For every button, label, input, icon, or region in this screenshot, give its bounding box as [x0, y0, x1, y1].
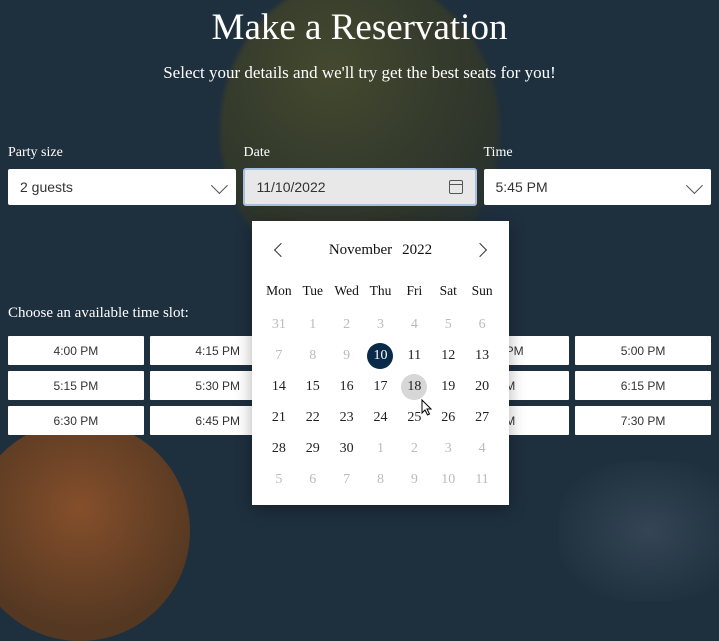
calendar-day: 9	[330, 340, 364, 371]
calendar-day: 8	[296, 340, 330, 371]
calendar-day: 6	[465, 309, 499, 340]
calendar-day: 2	[397, 433, 431, 464]
time-slot[interactable]: 6:15 PM	[575, 371, 711, 400]
calendar-dow: Wed	[330, 277, 364, 309]
calendar-day: 5	[431, 309, 465, 340]
calendar-year: 2022	[402, 242, 432, 259]
calendar-month: November	[329, 242, 392, 259]
party-size-select[interactable]: 2 guests	[8, 169, 236, 205]
time-slot[interactable]: 5:15 PM	[8, 371, 144, 400]
calendar-day: 3	[364, 309, 398, 340]
calendar-day[interactable]: 21	[262, 402, 296, 433]
calendar-day[interactable]: 30	[330, 433, 364, 464]
calendar-day[interactable]: 20	[465, 371, 499, 402]
calendar-dow: Thu	[364, 277, 398, 309]
prev-month-icon[interactable]	[274, 243, 288, 257]
calendar-day[interactable]: 10	[364, 340, 398, 371]
calendar-day[interactable]: 27	[465, 402, 499, 433]
time-slot[interactable]: 4:00 PM	[8, 336, 144, 365]
page-title: Make a Reservation	[8, 6, 711, 49]
calendar-day[interactable]: 14	[262, 371, 296, 402]
calendar-header: November 2022	[262, 235, 499, 265]
calendar-day[interactable]: 23	[330, 402, 364, 433]
time-slot[interactable]: 5:00 PM	[575, 336, 711, 365]
calendar-day: 2	[330, 309, 364, 340]
date-label: Date	[244, 145, 476, 161]
calendar-dow: Sat	[431, 277, 465, 309]
calendar-day: 7	[262, 340, 296, 371]
next-month-icon[interactable]	[473, 243, 487, 257]
filter-row: Party size 2 guests Date 11/10/2022 Time…	[8, 145, 711, 205]
calendar-day: 9	[397, 464, 431, 495]
chevron-down-icon	[686, 177, 703, 194]
calendar-day[interactable]: 28	[262, 433, 296, 464]
calendar-day: 1	[364, 433, 398, 464]
calendar-day[interactable]: 13	[465, 340, 499, 371]
party-size-field: Party size 2 guests	[8, 145, 236, 205]
calendar-day[interactable]: 29	[296, 433, 330, 464]
time-field: Time 5:45 PM	[484, 145, 712, 205]
calendar-day[interactable]: 17	[364, 371, 398, 402]
date-input[interactable]: 11/10/2022	[244, 169, 476, 205]
party-size-value: 2 guests	[20, 179, 73, 195]
calendar-icon	[449, 180, 463, 194]
calendar-day: 11	[465, 464, 499, 495]
time-label: Time	[484, 145, 712, 161]
calendar-day[interactable]: 22	[296, 402, 330, 433]
page-subtitle: Select your details and we'll try get th…	[8, 63, 711, 83]
calendar-day[interactable]: 15	[296, 371, 330, 402]
date-value: 11/10/2022	[257, 179, 326, 195]
calendar-day: 6	[296, 464, 330, 495]
calendar-day[interactable]: 12	[431, 340, 465, 371]
calendar-day: 3	[431, 433, 465, 464]
calendar-day: 4	[397, 309, 431, 340]
calendar-day: 1	[296, 309, 330, 340]
calendar-dow: Tue	[296, 277, 330, 309]
calendar-day[interactable]: 19	[431, 371, 465, 402]
calendar-day[interactable]: 26	[431, 402, 465, 433]
calendar-day[interactable]: 24	[364, 402, 398, 433]
calendar-day: 31	[262, 309, 296, 340]
party-size-label: Party size	[8, 145, 236, 161]
calendar-day: 4	[465, 433, 499, 464]
calendar-day[interactable]: 25	[397, 402, 431, 433]
chevron-down-icon	[210, 177, 227, 194]
date-field: Date 11/10/2022	[244, 145, 476, 205]
calendar-dow: Sun	[465, 277, 499, 309]
calendar-dow: Mon	[262, 277, 296, 309]
calendar-day[interactable]: 16	[330, 371, 364, 402]
calendar-day[interactable]: 18	[397, 371, 431, 402]
time-value: 5:45 PM	[496, 179, 548, 195]
calendar-popover: November 2022 MonTueWedThuFriSatSun31123…	[252, 221, 509, 505]
calendar-day: 8	[364, 464, 398, 495]
calendar-dow: Fri	[397, 277, 431, 309]
calendar-day: 7	[330, 464, 364, 495]
calendar-day[interactable]: 11	[397, 340, 431, 371]
calendar-day: 5	[262, 464, 296, 495]
time-select[interactable]: 5:45 PM	[484, 169, 712, 205]
time-slot[interactable]: 7:30 PM	[575, 406, 711, 435]
calendar-grid: MonTueWedThuFriSatSun3112345678910111213…	[262, 277, 499, 495]
time-slot[interactable]: 6:30 PM	[8, 406, 144, 435]
calendar-day: 10	[431, 464, 465, 495]
